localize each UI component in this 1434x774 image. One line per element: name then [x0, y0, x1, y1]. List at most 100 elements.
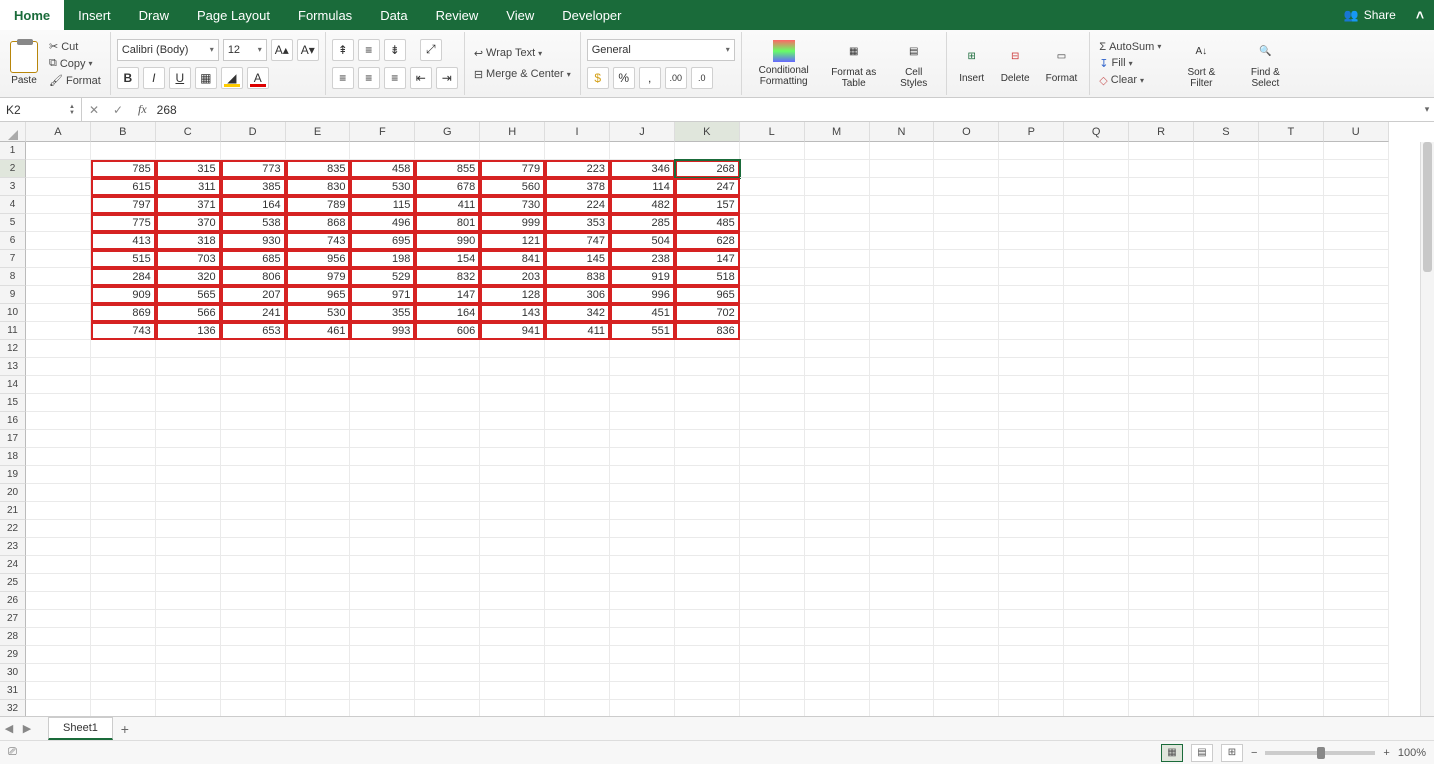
collapse-ribbon-button[interactable]: ˄ [1406, 0, 1434, 30]
cell-S26[interactable] [1194, 592, 1259, 610]
col-header-L[interactable]: L [740, 122, 805, 142]
cell-M18[interactable] [805, 448, 870, 466]
cell-I22[interactable] [545, 520, 610, 538]
cell-H16[interactable] [480, 412, 545, 430]
cell-D6[interactable]: 930 [221, 232, 286, 250]
font-size-select[interactable]: 12▾ [223, 39, 267, 61]
cell-C20[interactable] [156, 484, 221, 502]
cell-M5[interactable] [805, 214, 870, 232]
cell-M21[interactable] [805, 502, 870, 520]
cell-C24[interactable] [156, 556, 221, 574]
cell-T28[interactable] [1259, 628, 1324, 646]
row-header-25[interactable]: 25 [0, 574, 26, 592]
cell-L1[interactable] [740, 142, 805, 160]
cell-E16[interactable] [286, 412, 351, 430]
comma-button[interactable]: , [639, 67, 661, 89]
increase-decimal-button[interactable]: .00 [665, 67, 687, 89]
cell-I12[interactable] [545, 340, 610, 358]
cell-H6[interactable]: 121 [480, 232, 545, 250]
cell-B5[interactable]: 775 [91, 214, 156, 232]
align-left-button[interactable]: ≡ [332, 67, 354, 89]
cell-C22[interactable] [156, 520, 221, 538]
cell-H3[interactable]: 560 [480, 178, 545, 196]
cell-N10[interactable] [870, 304, 935, 322]
row-header-17[interactable]: 17 [0, 430, 26, 448]
cell-Q4[interactable] [1064, 196, 1129, 214]
col-header-R[interactable]: R [1129, 122, 1194, 142]
cell-M23[interactable] [805, 538, 870, 556]
cell-P32[interactable] [999, 700, 1064, 716]
cell-L9[interactable] [740, 286, 805, 304]
cell-C2[interactable]: 315 [156, 160, 221, 178]
cell-S15[interactable] [1194, 394, 1259, 412]
col-header-J[interactable]: J [610, 122, 675, 142]
cell-C23[interactable] [156, 538, 221, 556]
cell-J28[interactable] [610, 628, 675, 646]
cell-P24[interactable] [999, 556, 1064, 574]
cell-J24[interactable] [610, 556, 675, 574]
cell-C7[interactable]: 703 [156, 250, 221, 268]
cell-R26[interactable] [1129, 592, 1194, 610]
cell-G18[interactable] [415, 448, 480, 466]
cancel-formula-button[interactable]: ✕ [82, 98, 106, 121]
cell-K25[interactable] [675, 574, 740, 592]
cell-H28[interactable] [480, 628, 545, 646]
cell-J17[interactable] [610, 430, 675, 448]
cell-H15[interactable] [480, 394, 545, 412]
row-header-23[interactable]: 23 [0, 538, 26, 556]
cell-F14[interactable] [350, 376, 415, 394]
cell-I2[interactable]: 223 [545, 160, 610, 178]
col-header-K[interactable]: K [675, 122, 740, 142]
cell-T3[interactable] [1259, 178, 1324, 196]
enter-formula-button[interactable]: ✓ [106, 98, 130, 121]
cell-H11[interactable]: 941 [480, 322, 545, 340]
cell-O7[interactable] [934, 250, 999, 268]
cell-F17[interactable] [350, 430, 415, 448]
fill-button[interactable]: ↧Fill▾ [1096, 56, 1164, 71]
cell-A26[interactable] [26, 592, 91, 610]
cell-H26[interactable] [480, 592, 545, 610]
cell-F16[interactable] [350, 412, 415, 430]
italic-button[interactable]: I [143, 67, 165, 89]
cell-T6[interactable] [1259, 232, 1324, 250]
cell-I21[interactable] [545, 502, 610, 520]
col-header-T[interactable]: T [1259, 122, 1324, 142]
cell-M25[interactable] [805, 574, 870, 592]
align-top-button[interactable]: ⇞ [332, 39, 354, 61]
cell-M1[interactable] [805, 142, 870, 160]
cell-L17[interactable] [740, 430, 805, 448]
cell-L23[interactable] [740, 538, 805, 556]
cell-H9[interactable]: 128 [480, 286, 545, 304]
col-header-C[interactable]: C [156, 122, 221, 142]
paste-button[interactable]: Paste [10, 41, 38, 86]
cell-C19[interactable] [156, 466, 221, 484]
cell-K9[interactable]: 965 [675, 286, 740, 304]
cell-M17[interactable] [805, 430, 870, 448]
cell-N9[interactable] [870, 286, 935, 304]
cell-K14[interactable] [675, 376, 740, 394]
cell-C3[interactable]: 311 [156, 178, 221, 196]
cell-O29[interactable] [934, 646, 999, 664]
cell-E26[interactable] [286, 592, 351, 610]
cell-B21[interactable] [91, 502, 156, 520]
cell-J14[interactable] [610, 376, 675, 394]
cell-I14[interactable] [545, 376, 610, 394]
cell-E27[interactable] [286, 610, 351, 628]
cell-O25[interactable] [934, 574, 999, 592]
cell-U25[interactable] [1324, 574, 1389, 592]
row-header-16[interactable]: 16 [0, 412, 26, 430]
cell-J11[interactable]: 551 [610, 322, 675, 340]
cell-S22[interactable] [1194, 520, 1259, 538]
col-header-N[interactable]: N [870, 122, 935, 142]
cell-P17[interactable] [999, 430, 1064, 448]
cell-U22[interactable] [1324, 520, 1389, 538]
cell-A3[interactable] [26, 178, 91, 196]
cell-N12[interactable] [870, 340, 935, 358]
cell-S5[interactable] [1194, 214, 1259, 232]
cell-E5[interactable]: 868 [286, 214, 351, 232]
cell-E8[interactable]: 979 [286, 268, 351, 286]
cell-P26[interactable] [999, 592, 1064, 610]
cell-N28[interactable] [870, 628, 935, 646]
cell-D12[interactable] [221, 340, 286, 358]
cell-H20[interactable] [480, 484, 545, 502]
